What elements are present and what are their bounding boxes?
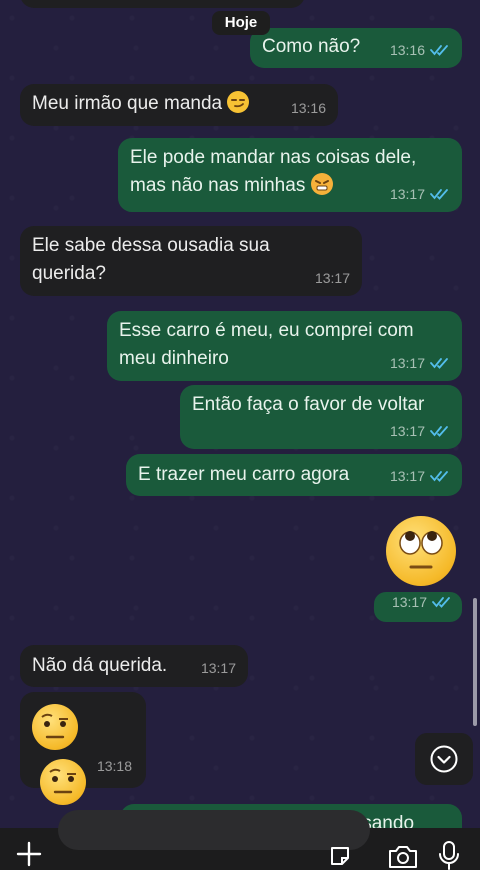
sticker-button[interactable]	[326, 842, 354, 870]
message-time: 13:16	[389, 42, 425, 58]
camera-button[interactable]	[386, 842, 420, 870]
message-text: Meu irmão que manda	[32, 93, 223, 114]
message-time: 13:17	[200, 660, 236, 676]
scrollbar[interactable]	[473, 598, 477, 726]
message-input[interactable]	[58, 810, 370, 850]
read-ticks-icon	[430, 426, 448, 437]
emoji-timestamp-pill: 13:17	[374, 592, 462, 622]
read-ticks-icon	[432, 597, 450, 608]
attach-button[interactable]	[12, 838, 46, 870]
message-bubble-incoming[interactable]: Ele sabe dessa ousadia sua querida? 13:1…	[20, 226, 362, 296]
raised-eyebrow-emoji-icon	[32, 704, 78, 750]
message-time: 13:17	[314, 270, 350, 286]
microphone-icon	[439, 841, 459, 870]
message-text: Como não?	[262, 36, 361, 57]
camera-icon	[389, 846, 417, 868]
message-bubble-incoming[interactable]: Meu irmão que manda 13:16	[20, 84, 338, 126]
message-bubble-incoming[interactable]: Não dá querida. 13:17	[20, 645, 248, 687]
message-bubble-incoming[interactable]: 13:18	[20, 692, 146, 805]
message-meta: 13:17	[390, 349, 450, 377]
message-bubble-outgoing[interactable]: E trazer meu carro agora 13:17	[126, 454, 462, 496]
message-meta: 13:16	[390, 36, 450, 64]
message-text: querida?	[32, 263, 106, 284]
message-time: 13:17	[391, 594, 427, 610]
message-text: E trazer meu carro agora	[138, 464, 350, 485]
message-text: Ele pode mandar nas coisas dele,	[130, 147, 417, 168]
message-time: 13:17	[389, 468, 425, 484]
angry-emoji-icon	[310, 173, 333, 195]
message-text: mas não nas minhas	[130, 175, 306, 196]
plus-icon	[16, 841, 42, 867]
message-meta: 13:17	[390, 462, 450, 490]
read-ticks-icon	[430, 471, 448, 482]
scroll-to-bottom-button[interactable]	[415, 733, 473, 785]
message-text: Ele sabe dessa ousadia sua	[32, 235, 270, 256]
message-meta: 13:17	[390, 417, 450, 445]
eye-roll-emoji-icon[interactable]	[386, 516, 456, 586]
message-bubble-cutoff[interactable]	[20, 0, 305, 8]
microphone-button[interactable]	[434, 840, 464, 870]
message-meta: 13:16	[291, 94, 326, 122]
message-time: 13:17	[389, 423, 425, 439]
message-meta: 13:17	[315, 264, 350, 292]
message-bubble-outgoing[interactable]: Como não? 13:16	[250, 28, 462, 68]
message-meta: 13:17	[390, 180, 450, 208]
date-chip: Hoje	[212, 11, 270, 35]
message-text: Esse carro é meu, eu comprei com	[119, 320, 414, 341]
chevron-down-circle-icon	[430, 745, 458, 773]
message-text: Não dá querida.	[32, 655, 168, 676]
message-time: 13:17	[389, 355, 425, 371]
smirk-emoji-icon	[227, 91, 250, 113]
message-bubble-outgoing[interactable]: Então faça o favor de voltar 13:17	[180, 385, 462, 449]
read-ticks-icon	[430, 189, 448, 200]
message-time: 13:18	[96, 758, 132, 774]
message-text: Então faça o favor de voltar	[192, 394, 425, 415]
message-time: 13:17	[389, 186, 425, 202]
message-meta: 13:17	[392, 588, 452, 616]
message-meta: 13:18	[97, 752, 132, 780]
raised-eyebrow-emoji-icon	[40, 759, 86, 805]
message-bubble-outgoing[interactable]: Ele pode mandar nas coisas dele, mas não…	[118, 138, 462, 212]
sticker-icon	[331, 847, 349, 865]
read-ticks-icon	[430, 45, 448, 56]
message-bubble-outgoing[interactable]: Esse carro é meu, eu comprei com meu din…	[107, 311, 462, 381]
message-time: 13:16	[290, 100, 326, 116]
message-meta: 13:17	[201, 654, 236, 682]
read-ticks-icon	[430, 358, 448, 369]
